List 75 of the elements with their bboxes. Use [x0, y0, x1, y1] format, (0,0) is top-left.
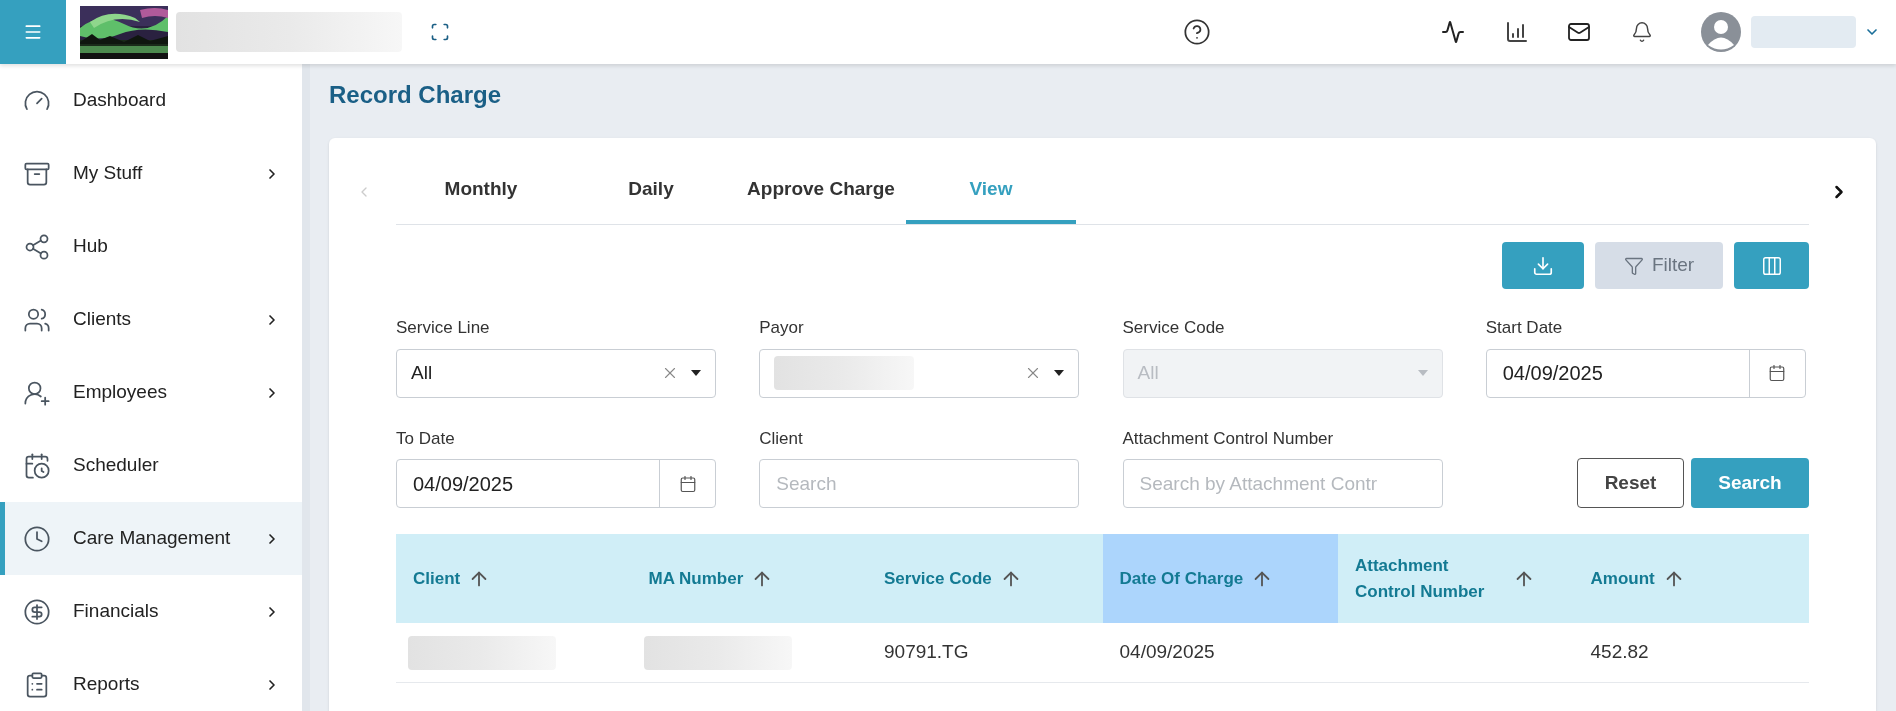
reset-button[interactable]: Reset: [1577, 458, 1684, 508]
sidebar-item[interactable]: Employees: [0, 356, 302, 429]
sidebar-label: Reports: [73, 672, 141, 697]
table-cell-text: 90791.TG: [883, 640, 969, 665]
tab[interactable]: Daily: [566, 158, 736, 224]
sidebar-label: Scheduler: [73, 453, 160, 478]
sidebar-item[interactable]: Care Management: [0, 502, 302, 575]
help-icon[interactable]: [1183, 18, 1211, 46]
field-label: Service Code: [1122, 317, 1226, 339]
column-header[interactable]: MA Number: [631, 534, 867, 623]
avatar-icon[interactable]: [1701, 12, 1741, 52]
column-label: Amount: [1590, 567, 1655, 590]
column-header[interactable]: Amount: [1573, 534, 1809, 623]
sidebar-item[interactable]: Reports: [0, 648, 302, 711]
date-value: 04/09/2025: [1501, 361, 1604, 386]
column-label: Date Of Charge: [1119, 567, 1244, 590]
columns-button[interactable]: [1734, 242, 1809, 289]
tab[interactable]: Approve Charge: [736, 158, 906, 224]
column-label: Client: [413, 567, 461, 590]
column-header[interactable]: Service Code: [867, 534, 1103, 623]
select-field[interactable]: [759, 348, 1080, 398]
column-label: Attachment Control Number: [1355, 554, 1486, 603]
field-label: Payor: [759, 317, 805, 339]
columns-icon: [1760, 254, 1783, 277]
funnel-icon: [1623, 255, 1644, 276]
bar-chart-icon[interactable]: [1505, 20, 1529, 44]
caret-icon: [691, 370, 701, 376]
table-cell-text: 452.82: [1589, 640, 1649, 665]
field-label: Attachment Control Number: [1122, 427, 1335, 450]
sidebar-label: Clients: [73, 307, 133, 332]
column-header[interactable]: Attachment Control Number: [1338, 534, 1574, 623]
search-field[interactable]: Search: [759, 459, 1080, 508]
activity-icon[interactable]: [1441, 20, 1465, 44]
sidebar-item[interactable]: Clients: [0, 283, 302, 356]
sidebar-item[interactable]: Financials: [0, 575, 302, 648]
nodes-icon: [23, 232, 51, 261]
field-label: To Date: [396, 427, 456, 450]
clock-icon: [23, 524, 51, 553]
calendar-icon: [1768, 364, 1787, 382]
column-label: MA Number: [648, 567, 744, 590]
select-value: All: [411, 360, 433, 385]
table-cell-text: 04/09/2025: [1118, 640, 1215, 665]
calendar-clock-icon: [23, 451, 51, 480]
field-label: Start Date: [1485, 317, 1564, 339]
search-field[interactable]: Search by Attachment Contr: [1122, 459, 1443, 508]
page-title: Record Charge: [329, 80, 503, 110]
sidebar-label: My Stuff: [73, 161, 144, 186]
column-label: Service Code: [884, 567, 992, 590]
menu-icon: [23, 22, 43, 42]
sidebar-label: Care Management: [73, 526, 232, 551]
field-label: Service Line: [396, 317, 491, 339]
bell-icon[interactable]: [1631, 21, 1653, 43]
sidebar-label: Dashboard: [73, 88, 167, 113]
sidebar-item[interactable]: Scheduler: [0, 429, 302, 502]
fullscreen-icon[interactable]: [430, 22, 450, 42]
sidebar-label: Financials: [73, 599, 160, 624]
caret-icon: [1417, 370, 1428, 376]
sidebar-item[interactable]: Dashboard: [0, 64, 302, 137]
select-value: All: [1137, 360, 1159, 385]
calendar-icon: [678, 474, 697, 493]
sidebar-label: Hub: [73, 234, 109, 259]
column-header[interactable]: Client: [396, 534, 632, 623]
dollar-icon: [23, 597, 51, 626]
tab[interactable]: Monthly: [396, 158, 566, 224]
download-icon: [1532, 254, 1554, 277]
date-field[interactable]: 04/09/2025: [1485, 348, 1806, 398]
date-field[interactable]: 04/09/2025: [396, 459, 716, 508]
mail-icon[interactable]: [1567, 20, 1591, 44]
caret-icon: [1054, 370, 1065, 376]
sidebar-item[interactable]: Hub: [0, 210, 302, 283]
sidebar-item[interactable]: My Stuff: [0, 137, 302, 210]
date-value: 04/09/2025: [412, 471, 515, 497]
sidebar-label: Employees: [73, 380, 168, 405]
select-field[interactable]: All: [396, 348, 716, 398]
field-label: Client: [759, 427, 804, 450]
